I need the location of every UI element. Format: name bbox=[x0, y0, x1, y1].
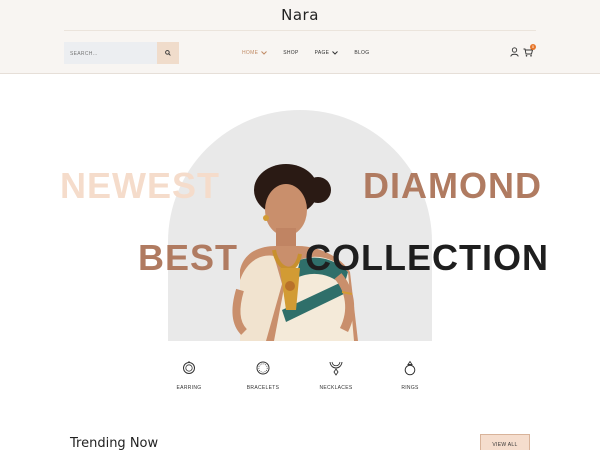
nav-item-label: PAGE bbox=[314, 50, 330, 56]
brand-logo[interactable]: Nara bbox=[0, 6, 600, 24]
category-label: RINGS bbox=[401, 385, 419, 391]
hero-word-diamond: DIAMOND bbox=[363, 165, 542, 206]
category-earring[interactable]: EARRING bbox=[159, 360, 219, 391]
hero-word-newest: NEWEST bbox=[60, 165, 221, 206]
view-all-button[interactable]: VIEW ALL bbox=[480, 434, 530, 450]
main-nav: HOME SHOP PAGE BLOG bbox=[242, 49, 385, 57]
nav-item-shop[interactable]: SHOP bbox=[283, 49, 298, 57]
category-necklaces[interactable]: NECKLACES bbox=[306, 360, 366, 391]
nav-item-home[interactable]: HOME bbox=[242, 49, 268, 57]
search-button[interactable] bbox=[157, 42, 179, 64]
nav-item-label: SHOP bbox=[283, 50, 299, 56]
search-input[interactable] bbox=[64, 43, 156, 65]
nav-item-label: HOME bbox=[242, 50, 259, 56]
cart-count-badge: 0 bbox=[530, 44, 536, 50]
hero-word-collection: COLLECTION bbox=[305, 237, 549, 278]
search-bar bbox=[64, 42, 179, 65]
hero-word-best: BEST bbox=[138, 237, 239, 278]
chevron-down-icon bbox=[332, 51, 339, 55]
site-header: Nara HOME SHOP PAGE BLOG bbox=[0, 0, 600, 74]
section-title-trending: Trending Now bbox=[70, 436, 159, 450]
category-rings[interactable]: RINGS bbox=[380, 360, 440, 391]
nav-item-label: BLOG bbox=[354, 50, 370, 56]
nav-item-blog[interactable]: BLOG bbox=[354, 49, 369, 57]
search-icon bbox=[165, 50, 171, 56]
earring-icon bbox=[183, 361, 195, 374]
category-label: EARRING bbox=[176, 385, 202, 391]
chevron-down-icon bbox=[261, 51, 268, 55]
nav-item-page[interactable]: PAGE bbox=[315, 49, 339, 57]
header-divider bbox=[64, 30, 536, 31]
category-label: BRACELETS bbox=[246, 385, 280, 391]
bracelet-icon bbox=[256, 361, 270, 375]
user-icon[interactable] bbox=[510, 47, 519, 57]
category-label: NECKLACES bbox=[319, 385, 353, 391]
ring-icon bbox=[404, 360, 416, 376]
necklace-icon bbox=[329, 361, 343, 376]
category-bracelets[interactable]: BRACELETS bbox=[233, 360, 293, 391]
